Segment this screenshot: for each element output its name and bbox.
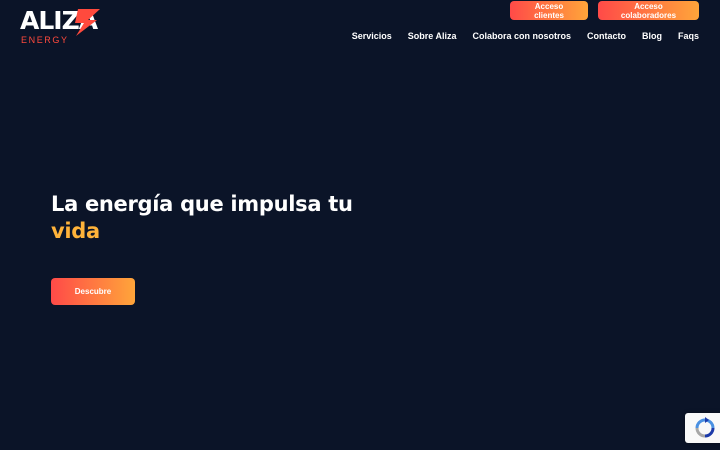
recaptcha-badge[interactable] xyxy=(685,413,720,443)
brand-logo[interactable]: ALIZA ENERGY xyxy=(20,7,104,45)
lightning-bolt-icon xyxy=(75,9,100,36)
access-buttons: Acceso clientes Acceso colaboradores xyxy=(510,1,699,20)
nav-item-colabora[interactable]: Colabora con nosotros xyxy=(472,30,571,42)
client-access-button[interactable]: Acceso clientes xyxy=(510,1,588,20)
nav-item-faqs[interactable]: Faqs xyxy=(678,30,699,42)
nav-item-blog[interactable]: Blog xyxy=(642,30,662,42)
recaptcha-icon xyxy=(695,417,715,438)
logo-subtitle: ENERGY xyxy=(21,35,69,45)
main-nav: Servicios Sobre Aliza Colabora con nosot… xyxy=(352,30,699,42)
hero-title-line: La energía que impulsa tu xyxy=(51,192,353,216)
nav-item-contacto[interactable]: Contacto xyxy=(587,30,626,42)
nav-item-servicios[interactable]: Servicios xyxy=(352,30,392,42)
hero-title-accent: vida xyxy=(51,219,100,243)
nav-item-sobre-aliza[interactable]: Sobre Aliza xyxy=(408,30,457,42)
discover-button[interactable]: Descubre xyxy=(51,278,135,305)
hero-title: La energía que impulsa tu vida xyxy=(51,191,381,245)
collaborator-access-button[interactable]: Acceso colaboradores xyxy=(598,1,699,20)
